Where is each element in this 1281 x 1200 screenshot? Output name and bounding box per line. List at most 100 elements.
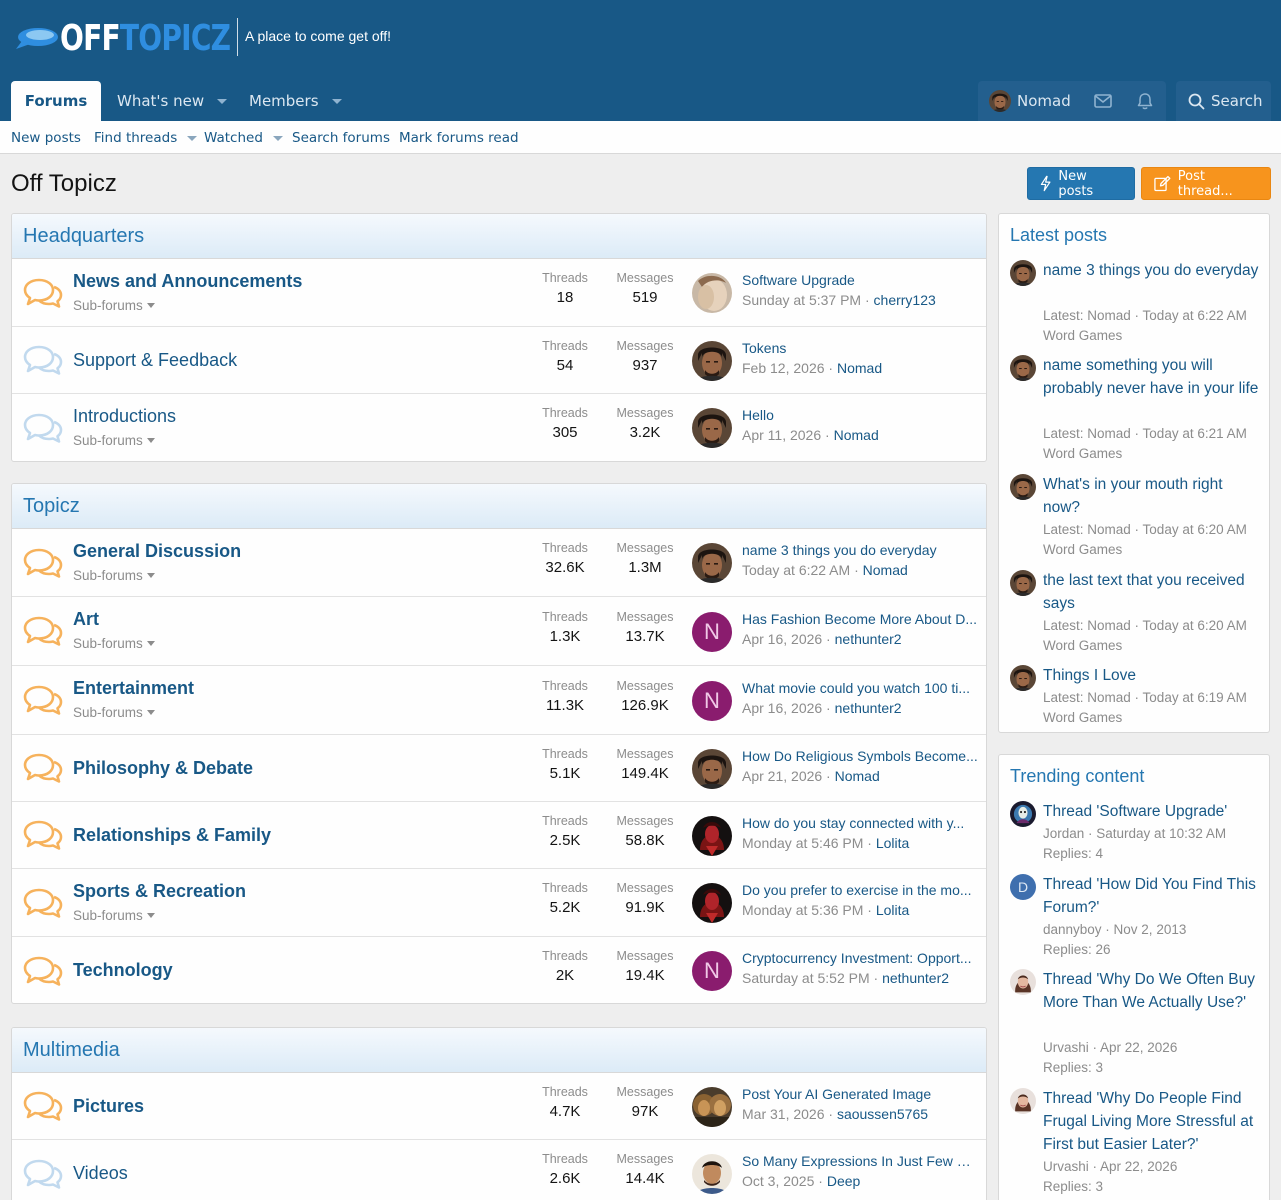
user-avatar[interactable] bbox=[692, 273, 732, 313]
last-post-title-link[interactable]: How Do Religious Symbols Become... bbox=[742, 748, 978, 764]
last-post-user-link[interactable]: nethunter2 bbox=[882, 970, 949, 986]
last-post-title-link[interactable]: So Many Expressions In Just Few Se... bbox=[742, 1153, 978, 1169]
subnav-search-forums[interactable]: Search forums bbox=[292, 130, 390, 146]
forum-title-link[interactable]: Philosophy & Debate bbox=[73, 758, 253, 779]
trending-link[interactable]: Thread 'Why Do People Find Frugal Living… bbox=[1043, 1087, 1263, 1156]
last-post-date[interactable]: Saturday at 5:52 PM bbox=[742, 970, 870, 986]
subnav-new-posts[interactable]: New posts bbox=[11, 130, 81, 146]
subforums-toggle[interactable]: Sub-forums bbox=[73, 908, 155, 923]
last-post-date[interactable]: Today at 6:22 AM bbox=[742, 562, 850, 578]
chevron-down-icon[interactable] bbox=[187, 135, 198, 141]
last-post-title-link[interactable]: How do you stay connected with y... bbox=[742, 815, 978, 831]
latest-post-forum[interactable]: Word Games bbox=[1043, 540, 1122, 560]
search-button[interactable]: Search bbox=[1176, 81, 1271, 121]
last-post-user-link[interactable]: Deep bbox=[827, 1173, 860, 1189]
user-avatar[interactable]: N bbox=[692, 611, 732, 652]
last-post-user-link[interactable]: Lolita bbox=[876, 835, 909, 851]
subnav-find-threads[interactable]: Find threads bbox=[94, 130, 198, 146]
category-title[interactable]: Headquarters bbox=[12, 214, 986, 259]
new-posts-button[interactable]: New posts bbox=[1027, 167, 1135, 200]
last-post-title-link[interactable]: Post Your AI Generated Image bbox=[742, 1086, 978, 1102]
forum-title-link[interactable]: Introductions bbox=[73, 406, 176, 427]
last-post-title-link[interactable]: Hello bbox=[742, 407, 978, 423]
last-post-user-link[interactable]: Lolita bbox=[876, 902, 909, 918]
chevron-down-icon[interactable] bbox=[217, 98, 228, 104]
user-avatar[interactable] bbox=[692, 408, 732, 448]
subnav-watched[interactable]: Watched bbox=[204, 130, 283, 146]
last-post-date[interactable]: Feb 12, 2026 bbox=[742, 360, 825, 376]
category-title[interactable]: Topicz bbox=[12, 484, 986, 529]
user-avatar[interactable] bbox=[692, 341, 732, 381]
latest-post-forum[interactable]: Word Games bbox=[1043, 636, 1122, 656]
forum-title-link[interactable]: General Discussion bbox=[73, 541, 241, 562]
user-avatar[interactable] bbox=[1010, 355, 1036, 381]
last-post-title-link[interactable]: Software Upgrade bbox=[742, 272, 978, 288]
last-post-date[interactable]: Apr 16, 2026 bbox=[742, 631, 822, 647]
trending-link[interactable]: Thread 'How Did You Find This Forum?' bbox=[1043, 873, 1263, 919]
user-avatar[interactable] bbox=[692, 816, 732, 856]
chevron-down-icon[interactable] bbox=[331, 98, 342, 104]
last-post-user-link[interactable]: saoussen5765 bbox=[837, 1106, 928, 1122]
user-avatar[interactable] bbox=[1010, 665, 1036, 691]
last-post-user-link[interactable]: Nomad bbox=[835, 768, 880, 784]
alerts-button[interactable] bbox=[1124, 81, 1166, 121]
subforums-toggle[interactable]: Sub-forums bbox=[73, 433, 155, 448]
latest-post-link[interactable]: name 3 things you do everyday bbox=[1043, 259, 1263, 282]
user-avatar[interactable]: D bbox=[1010, 874, 1036, 900]
post-thread-button[interactable]: Post thread... bbox=[1141, 167, 1271, 200]
last-post-title-link[interactable]: Do you prefer to exercise in the mo... bbox=[742, 882, 978, 898]
latest-post-link[interactable]: name something you will probably never h… bbox=[1043, 354, 1263, 400]
forum-title-link[interactable]: Sports & Recreation bbox=[73, 881, 246, 902]
last-post-title-link[interactable]: Has Fashion Become More About D... bbox=[742, 611, 978, 627]
last-post-date[interactable]: Apr 11, 2026 bbox=[742, 427, 821, 443]
latest-post-forum[interactable]: Word Games bbox=[1043, 326, 1122, 346]
last-post-user-link[interactable]: nethunter2 bbox=[835, 700, 902, 716]
latest-post-forum[interactable]: Word Games bbox=[1043, 708, 1122, 728]
chevron-down-icon[interactable] bbox=[272, 135, 283, 141]
subforums-toggle[interactable]: Sub-forums bbox=[73, 705, 155, 720]
last-post-date[interactable]: Apr 16, 2026 bbox=[742, 700, 822, 716]
user-avatar[interactable] bbox=[692, 1087, 732, 1127]
user-avatar[interactable] bbox=[1010, 570, 1036, 596]
latest-post-link[interactable]: the last text that you received says bbox=[1043, 569, 1263, 615]
last-post-user-link[interactable]: cherry123 bbox=[874, 292, 936, 308]
trending-link[interactable]: Thread 'Software Upgrade' bbox=[1043, 800, 1263, 823]
forum-title-link[interactable]: Relationships & Family bbox=[73, 825, 271, 846]
last-post-user-link[interactable]: Nomad bbox=[863, 562, 908, 578]
forum-title-link[interactable]: Videos bbox=[73, 1163, 128, 1184]
user-avatar[interactable] bbox=[692, 543, 732, 583]
user-avatar[interactable] bbox=[1010, 801, 1036, 827]
last-post-date[interactable]: Mar 31, 2026 bbox=[742, 1106, 825, 1122]
user-avatar[interactable]: N bbox=[692, 950, 732, 991]
user-avatar[interactable] bbox=[1010, 474, 1036, 500]
last-post-user-link[interactable]: Nomad bbox=[834, 427, 879, 443]
tab-whats-new[interactable]: What's new bbox=[117, 81, 228, 121]
user-avatar[interactable] bbox=[1010, 260, 1036, 286]
subforums-toggle[interactable]: Sub-forums bbox=[73, 568, 155, 583]
subforums-toggle[interactable]: Sub-forums bbox=[73, 636, 155, 651]
site-logo[interactable]: OFFTOPICZ bbox=[14, 14, 278, 62]
last-post-title-link[interactable]: Tokens bbox=[742, 340, 978, 356]
last-post-date[interactable]: Apr 21, 2026 bbox=[742, 768, 822, 784]
forum-title-link[interactable]: Support & Feedback bbox=[73, 350, 237, 371]
user-avatar[interactable] bbox=[692, 749, 732, 789]
user-avatar[interactable] bbox=[692, 1154, 732, 1194]
user-avatar[interactable] bbox=[692, 883, 732, 923]
latest-posts-title[interactable]: Latest posts bbox=[1010, 225, 1107, 246]
latest-post-link[interactable]: Things I Love bbox=[1043, 664, 1263, 687]
subnav-mark-read[interactable]: Mark forums read bbox=[399, 130, 519, 146]
last-post-user-link[interactable]: Nomad bbox=[837, 360, 882, 376]
user-avatar[interactable] bbox=[1010, 1088, 1036, 1114]
forum-title-link[interactable]: Art bbox=[73, 609, 99, 630]
last-post-date[interactable]: Monday at 5:46 PM bbox=[742, 835, 863, 851]
trending-title[interactable]: Trending content bbox=[1010, 766, 1144, 787]
last-post-date[interactable]: Oct 3, 2025 bbox=[742, 1173, 814, 1189]
tab-forums[interactable]: Forums bbox=[11, 81, 101, 121]
forum-title-link[interactable]: Pictures bbox=[73, 1096, 144, 1117]
last-post-date[interactable]: Monday at 5:36 PM bbox=[742, 902, 863, 918]
last-post-date[interactable]: Sunday at 5:37 PM bbox=[742, 292, 861, 308]
user-avatar[interactable] bbox=[1010, 969, 1036, 995]
trending-link[interactable]: Thread 'Why Do We Often Buy More Than We… bbox=[1043, 968, 1263, 1014]
user-avatar[interactable]: N bbox=[692, 680, 732, 721]
forum-title-link[interactable]: Technology bbox=[73, 960, 173, 981]
